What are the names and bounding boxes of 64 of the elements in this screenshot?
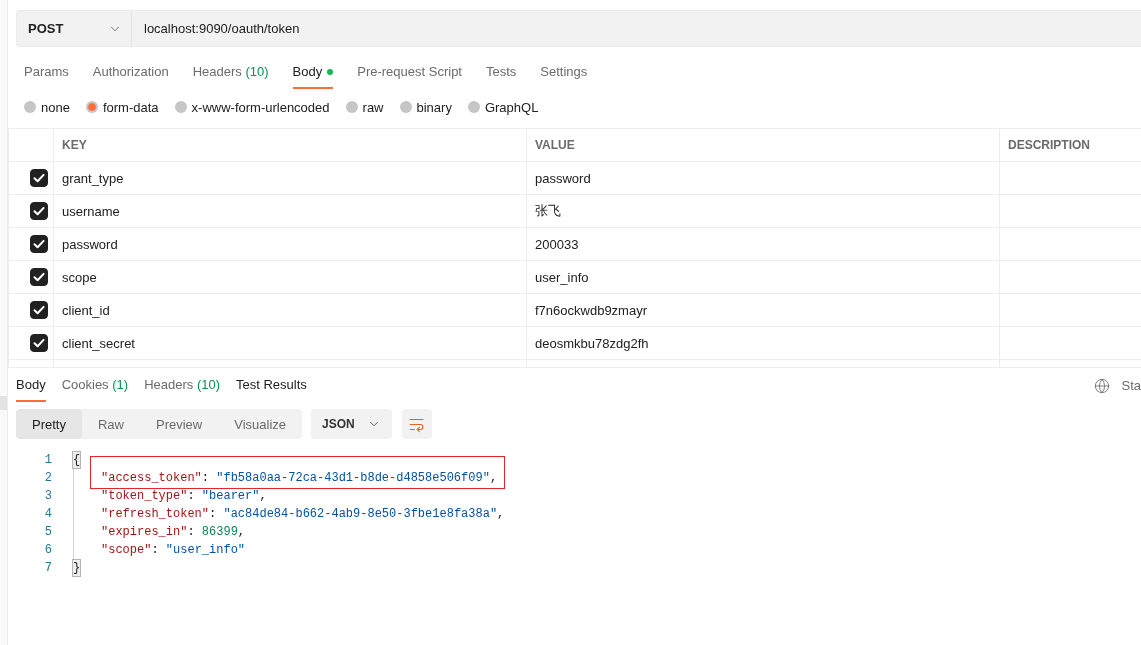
line-number: 6 <box>44 542 52 559</box>
view-tab[interactable]: Pretty <box>16 409 82 439</box>
table-cell: deosmkbu78zdg2fh <box>535 335 649 351</box>
checkbox[interactable] <box>30 202 48 220</box>
view-tab[interactable]: Visualize <box>218 409 303 439</box>
line-number: 5 <box>44 524 52 541</box>
request-tab[interactable]: Params <box>24 60 69 89</box>
request-tab[interactable]: Settings <box>540 60 588 89</box>
radio-icon[interactable] <box>467 101 480 113</box>
request-tab[interactable]: Pre-request Script <box>357 60 462 89</box>
radio-option[interactable]: x-www-form-urlencoded <box>174 98 330 116</box>
radio-option[interactable]: none <box>24 98 70 116</box>
status-text: Sta <box>1121 378 1141 393</box>
table-cell: grant_type <box>62 170 124 186</box>
code-line: "scope": "user_info" <box>101 542 246 559</box>
column-header: DESCRIPTION <box>1008 138 1090 152</box>
code-line: "expires_in": 86399, <box>101 524 246 541</box>
radio-option[interactable]: binary <box>399 98 452 116</box>
table-cell: 张飞 <box>535 202 561 220</box>
table-cell: f7n6ockwdb9zmayr <box>535 302 647 318</box>
globe-icon[interactable] <box>1094 377 1111 394</box>
radio-icon[interactable] <box>174 101 187 113</box>
request-tab[interactable]: Body <box>292 60 334 89</box>
format-dropdown[interactable]: JSON <box>311 409 392 439</box>
checkbox[interactable] <box>30 169 48 187</box>
radio-option[interactable]: raw <box>345 98 384 116</box>
radio-icon[interactable] <box>345 101 358 113</box>
table-cell: client_id <box>62 302 110 318</box>
table-cell: user_info <box>535 269 589 285</box>
radio-option[interactable]: GraphQL <box>467 98 539 116</box>
radio-icon[interactable] <box>399 101 412 113</box>
checkbox[interactable] <box>30 235 48 253</box>
line-number: 4 <box>44 506 52 523</box>
response-tab[interactable]: Test Results <box>236 373 307 402</box>
line-number: 2 <box>44 470 52 487</box>
table-cell: password <box>62 236 118 252</box>
table-cell: scope <box>62 269 97 285</box>
request-tab[interactable]: Authorization <box>92 60 169 89</box>
view-tab[interactable]: Preview <box>140 409 219 439</box>
column-header: KEY <box>62 138 87 152</box>
table-cell: password <box>535 170 591 186</box>
view-tab[interactable]: Raw <box>81 409 140 439</box>
line-number: 1 <box>44 452 52 469</box>
radio-option[interactable]: form-data <box>85 98 159 116</box>
column-header: VALUE <box>535 138 575 152</box>
response-tab[interactable]: Body <box>16 373 46 402</box>
request-tab[interactable]: Tests <box>486 60 517 89</box>
checkbox[interactable] <box>30 268 48 286</box>
checkbox[interactable] <box>30 301 48 319</box>
code-line: "refresh_token": "ac84de84-b662-4ab9-8e50-3fbe1e8fa38a", <box>101 506 505 523</box>
wrap-lines-button[interactable] <box>401 409 432 439</box>
checkbox[interactable] <box>30 334 48 352</box>
radio-icon[interactable] <box>24 101 36 113</box>
radio-icon[interactable] <box>85 101 98 113</box>
line-number: 3 <box>44 488 52 505</box>
table-cell: 200033 <box>535 236 579 252</box>
response-tab[interactable]: Headers (10) <box>144 373 220 402</box>
line-number: 7 <box>44 560 52 577</box>
table-cell: client_secret <box>62 335 135 351</box>
code-line: "token_type": "bearer", <box>101 488 267 505</box>
table-cell: username <box>62 203 120 219</box>
response-tab[interactable]: Cookies (1) <box>61 373 129 402</box>
request-tab[interactable]: Headers (10) <box>192 60 269 89</box>
code-line: "access_token": "fb58a0aa-72ca-43d1-b8de-d4858e506f09", <box>101 470 498 487</box>
